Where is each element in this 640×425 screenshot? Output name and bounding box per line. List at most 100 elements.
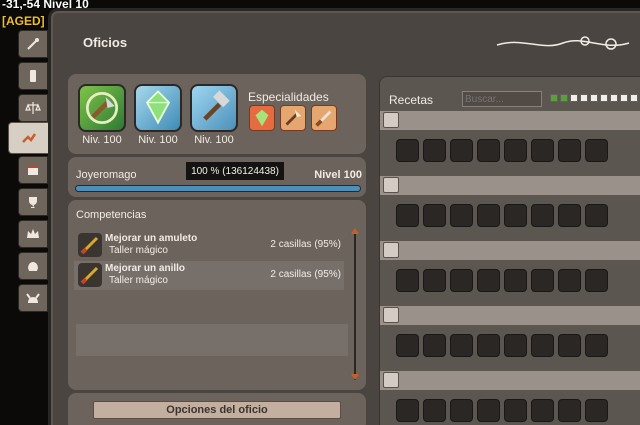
recipe-ingredient-slot[interactable]	[531, 334, 554, 357]
recipe-ingredient-slot[interactable]	[504, 399, 527, 422]
jobs-panel: Niv. 100 Niv. 100 Niv. 100 Especialidade…	[68, 74, 366, 154]
hammer-icon	[203, 90, 230, 121]
recipe-ingredient-slot[interactable]	[477, 334, 500, 357]
recipe-ingredient-slot[interactable]	[396, 269, 419, 292]
recipe-ingredient-slot[interactable]	[558, 334, 581, 357]
experience-panel: Joyeromago 100 % (136124438) Nivel 100	[68, 157, 366, 197]
empty-skill-slot	[76, 324, 348, 356]
recipe-ingredient-slot[interactable]	[477, 399, 500, 422]
guild-tab[interactable]	[18, 220, 48, 248]
recipe-header[interactable]	[380, 111, 640, 130]
recipe-ingredient-slot[interactable]	[396, 399, 419, 422]
recipe-ingredient-slot[interactable]	[531, 269, 554, 292]
recipe-ingredient-slot[interactable]	[504, 334, 527, 357]
recipe-filter-checkbox[interactable]	[550, 94, 558, 102]
phone-icon	[30, 70, 36, 82]
spec-gem-button[interactable]	[249, 105, 275, 131]
recipe-ingredient-slot[interactable]	[558, 139, 581, 162]
trophy-tab[interactable]	[18, 188, 48, 216]
spec-dagger-button[interactable]	[311, 105, 337, 131]
recipe-filter-checkbox[interactable]	[590, 94, 598, 102]
game-screen: { "hud": { "coordinates": "-31,-54", "le…	[0, 0, 640, 425]
recipe-ingredient-slot[interactable]	[504, 269, 527, 292]
justice-tab[interactable]	[18, 94, 48, 122]
scroll-up-icon[interactable]	[351, 228, 359, 234]
recipe-ingredient-slot[interactable]	[450, 139, 473, 162]
recipe-ingredient-slot[interactable]	[477, 269, 500, 292]
crown-icon	[27, 229, 39, 238]
recipe-ingredient-slot[interactable]	[531, 399, 554, 422]
recipe-search-input[interactable]	[462, 91, 542, 107]
recipe-filter-checkbox[interactable]	[600, 94, 608, 102]
recipe-ingredient-slot[interactable]	[558, 204, 581, 227]
recipe-ingredient-slot[interactable]	[450, 269, 473, 292]
recipe-ingredient-slot[interactable]	[477, 204, 500, 227]
recipe-ingredient-slot[interactable]	[531, 204, 554, 227]
recipe-ingredient-slot[interactable]	[396, 204, 419, 227]
recipe-ingredient-slot[interactable]	[423, 269, 446, 292]
specialties-title: Especialidades	[248, 90, 329, 104]
spec-axe-button[interactable]	[280, 105, 306, 131]
skill-row-ring[interactable]: Mejorar un anillo Taller mágico 2 casill…	[74, 261, 344, 290]
recipe-header[interactable]	[380, 176, 640, 195]
recipe-filter-checkbox[interactable]	[620, 94, 628, 102]
axe-spec-icon	[285, 109, 302, 126]
recipe-filter-checkbox[interactable]	[630, 94, 638, 102]
recipe-ingredient-slot[interactable]	[450, 399, 473, 422]
recipe-ingredient-slot[interactable]	[477, 139, 500, 162]
recipe-ingredient-slot[interactable]	[423, 204, 446, 227]
job-level: Nivel 100	[314, 169, 362, 181]
skills-scrollbar[interactable]	[354, 230, 356, 380]
crafting-icon	[22, 133, 37, 143]
recipe-header[interactable]	[380, 306, 640, 325]
recipe-filter-checkbox[interactable]	[560, 94, 568, 102]
axe-icon	[85, 91, 119, 125]
job-lumberjack-level: Niv. 100	[82, 134, 122, 146]
job-options-button[interactable]: Opciones del oficio	[93, 401, 341, 419]
job-smith-button[interactable]	[190, 84, 238, 132]
recipe-ingredient-slot[interactable]	[585, 204, 608, 227]
helmet-icon	[28, 262, 38, 271]
recipe-item-icon	[383, 242, 399, 258]
recipe-item-icon	[383, 372, 399, 388]
jobs-tab[interactable]	[8, 122, 50, 154]
recipe-ingredient-slot[interactable]	[450, 334, 473, 357]
recipe-ingredient-slot[interactable]	[423, 139, 446, 162]
alliance-tab[interactable]	[18, 252, 48, 280]
job-lumberjack-button[interactable]	[78, 84, 126, 132]
recipe-ingredient-slot[interactable]	[396, 334, 419, 357]
recipe-ingredient-slot[interactable]	[585, 139, 608, 162]
recipe-filter-checkbox[interactable]	[580, 94, 588, 102]
recipe-ingredient-slot[interactable]	[558, 269, 581, 292]
quests-tab[interactable]	[18, 30, 48, 58]
recipe-ingredient-slot[interactable]	[585, 334, 608, 357]
recipe-ingredient-slot[interactable]	[558, 399, 581, 422]
job-jeweler-button[interactable]	[134, 84, 182, 132]
recipe-ingredient-slot[interactable]	[531, 139, 554, 162]
recipe-item-icon	[383, 177, 399, 193]
phone-tab[interactable]	[18, 62, 48, 90]
recipe-ingredient-slot[interactable]	[396, 139, 419, 162]
recipe-ingredient-slot[interactable]	[504, 139, 527, 162]
recipe-ingredient-slot[interactable]	[423, 399, 446, 422]
recipe-ingredient-slot[interactable]	[450, 204, 473, 227]
scroll-down-icon[interactable]	[351, 374, 359, 380]
skills-panel: Competencias Mejorar un amuleto Taller m…	[68, 200, 366, 390]
recipe-ingredient-slot[interactable]	[423, 334, 446, 357]
gem-icon	[145, 90, 171, 125]
job-name: Joyeromago	[76, 169, 137, 181]
experience-fill	[76, 186, 360, 191]
skills-title: Competencias	[76, 209, 147, 221]
calendar-tab[interactable]	[18, 156, 48, 184]
skill-row-amulet[interactable]: Mejorar un amuleto Taller mágico 2 casil…	[74, 231, 344, 260]
recipe-ingredient-slot[interactable]	[504, 204, 527, 227]
recipe-header[interactable]	[380, 371, 640, 390]
recipe-header[interactable]	[380, 241, 640, 260]
recipe-filter-checkbox[interactable]	[610, 94, 618, 102]
recipe-ingredient-slot[interactable]	[585, 399, 608, 422]
creature-tab[interactable]	[18, 284, 48, 312]
scales-icon	[25, 102, 41, 114]
wand-icon	[27, 38, 39, 50]
recipe-ingredient-slot[interactable]	[585, 269, 608, 292]
recipe-filter-checkbox[interactable]	[570, 94, 578, 102]
